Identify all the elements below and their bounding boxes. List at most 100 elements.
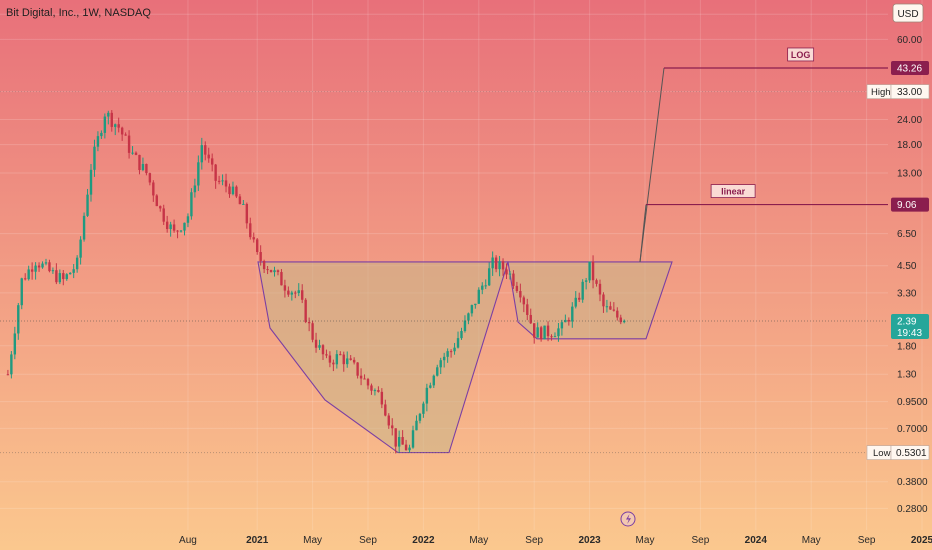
candle-body [370, 385, 373, 391]
candle-body [65, 274, 68, 280]
candle-body [463, 320, 467, 332]
candle-body [252, 237, 255, 240]
candle-body [93, 146, 96, 170]
candle-body [602, 294, 605, 307]
candle-body [418, 413, 422, 421]
candle-body [235, 186, 238, 197]
candle-body [553, 336, 557, 338]
candle-body [356, 362, 359, 376]
candle-body [110, 112, 113, 127]
svg-text:9.06: 9.06 [897, 200, 917, 211]
x-tick-label: May [469, 535, 488, 546]
candle-body [307, 322, 311, 324]
candle-body [394, 428, 397, 447]
candle-body [467, 313, 470, 321]
currency-button[interactable]: USD [892, 3, 924, 23]
candle-body [401, 437, 404, 445]
candle-body [190, 192, 193, 217]
candle-body [595, 280, 598, 284]
candle-body [269, 269, 273, 273]
candle-body [96, 136, 100, 147]
candle-body [186, 216, 190, 223]
candle-body [238, 196, 242, 205]
y-tick-label: 6.50 [897, 229, 917, 240]
candle-body [363, 378, 366, 380]
candle-body [183, 222, 186, 231]
candle-body [103, 116, 107, 133]
candle-body [321, 345, 325, 355]
x-tick-label: Sep [525, 535, 543, 546]
candle-body [152, 182, 155, 196]
candle-body [304, 299, 307, 323]
candle-body [515, 285, 519, 292]
candle-body [24, 278, 27, 280]
candle-body [588, 261, 591, 281]
candle-body [491, 257, 494, 269]
candle-body [301, 290, 304, 300]
candle-body [605, 306, 609, 308]
candle-body [55, 270, 58, 283]
candle-body [505, 269, 508, 275]
candle-body [453, 347, 456, 352]
candle-body [384, 404, 387, 416]
candle-body [411, 430, 415, 448]
candle-body [612, 309, 616, 311]
candle-body [366, 379, 370, 386]
candle-body [172, 224, 176, 231]
candle-body [145, 163, 148, 174]
low-tag: Low 0.5301 [866, 445, 930, 460]
candle-body [131, 152, 134, 154]
candle-body [550, 336, 553, 338]
candle-body [460, 331, 463, 339]
candle-body [609, 306, 612, 310]
candle-body [436, 367, 439, 376]
candle-body [134, 152, 138, 155]
x-tick-label: Sep [359, 535, 377, 546]
candle-body [217, 180, 221, 182]
chart-canvas[interactable]: LOGlinear 110.0080.0060.0024.0018.0013.0… [0, 0, 932, 550]
candle-body [165, 221, 169, 230]
candle-body [82, 215, 86, 240]
candle-body [207, 154, 210, 159]
candle-body [179, 230, 183, 232]
candle-body [162, 208, 165, 222]
replay-icon[interactable] [620, 511, 636, 527]
candle-body [169, 224, 172, 230]
candle-body [332, 362, 335, 365]
candle-body [283, 285, 287, 291]
price-tag-log: 43.26 [891, 60, 929, 75]
candle-body [377, 390, 380, 392]
x-tick-label: Sep [858, 535, 876, 546]
candle-body [69, 272, 72, 275]
candle-body [197, 162, 200, 186]
x-tick-label: Sep [692, 535, 710, 546]
candle-body [148, 173, 152, 183]
candle-body [339, 354, 342, 356]
candle-body [204, 145, 207, 155]
candle-body [30, 269, 34, 272]
candle-body [501, 261, 505, 270]
candle-body [543, 325, 546, 340]
candle-body [228, 186, 231, 195]
candle-body [44, 262, 48, 264]
candle-body [536, 327, 539, 338]
candle-body [470, 305, 474, 314]
candle-body [100, 132, 103, 137]
candle-body [335, 354, 339, 365]
candle-body [477, 289, 480, 304]
candle-body [256, 239, 259, 253]
candle-body [114, 124, 117, 127]
candle-body [546, 325, 550, 337]
candle-body [89, 169, 93, 195]
current-price-tag: 2.3919:43 [891, 314, 929, 340]
candle-body [214, 164, 217, 181]
chart-title: Bit Digital, Inc., 1W, NASDAQ [6, 7, 151, 19]
candle-body [342, 354, 345, 365]
candle-body [37, 265, 41, 268]
y-tick-label: 4.50 [897, 261, 917, 272]
candle-body [318, 345, 321, 348]
candle-body [425, 387, 429, 404]
svg-text:19:43: 19:43 [897, 328, 922, 339]
x-tick-label: 2025 [911, 535, 932, 546]
candle-body [432, 375, 435, 386]
